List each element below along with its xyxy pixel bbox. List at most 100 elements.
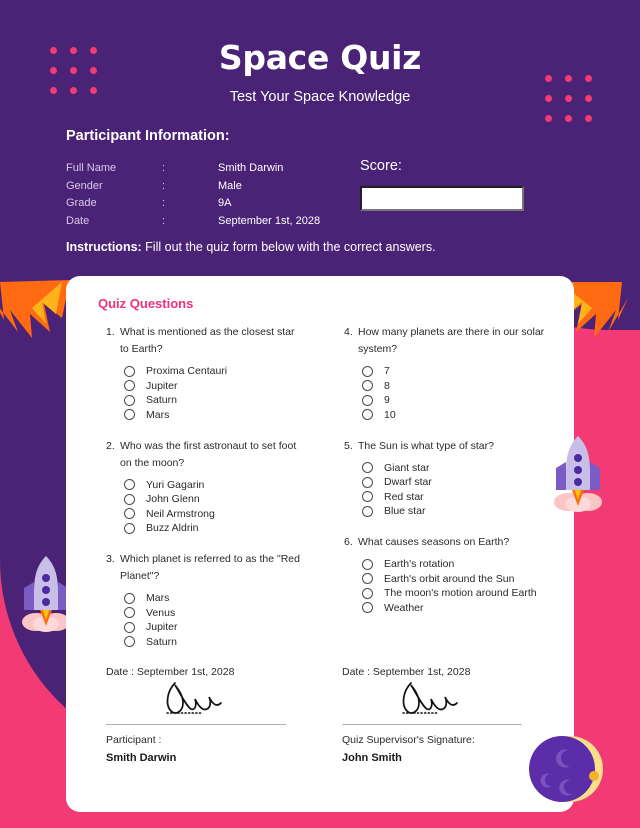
- signature-mark-icon: [342, 678, 522, 722]
- supervisor-signature-block: Date : September 1st, 2028 Quiz Supervis…: [342, 666, 522, 764]
- option-row[interactable]: Mars: [124, 409, 304, 421]
- option-row[interactable]: 7: [362, 365, 562, 377]
- option-row[interactable]: 8: [362, 380, 562, 392]
- option-label: Red star: [384, 490, 424, 503]
- option-label: Buzz Aldrin: [146, 522, 199, 534]
- option-row[interactable]: Jupiter: [124, 380, 304, 392]
- radio-icon[interactable]: [362, 573, 373, 584]
- radio-icon[interactable]: [362, 476, 373, 488]
- participant-label: Full Name: [66, 162, 117, 174]
- options-list: Mars Venus Jupiter Saturn: [106, 592, 304, 648]
- option-row[interactable]: Earth's orbit around the Sun: [362, 573, 562, 585]
- option-row[interactable]: Venus: [124, 607, 304, 619]
- radio-icon[interactable]: [124, 621, 135, 633]
- question-3: 3. Which planet is referred to as the "R…: [106, 551, 304, 648]
- participant-signature-block: Date : September 1st, 2028 Participant :…: [106, 666, 286, 764]
- radio-icon[interactable]: [362, 380, 373, 391]
- option-row[interactable]: Buzz Aldrin: [124, 522, 304, 534]
- radio-icon[interactable]: [362, 505, 373, 517]
- option-label: Dwarf star: [384, 476, 432, 488]
- option-row[interactable]: Mars: [124, 592, 304, 604]
- option-label: 9: [384, 394, 390, 406]
- option-row[interactable]: John Glenn: [124, 493, 304, 505]
- participant-value: 9A: [218, 197, 232, 209]
- participant-label: Gender: [66, 179, 103, 192]
- page-title: Space Quiz: [218, 38, 422, 77]
- participant-colon: :: [162, 197, 166, 209]
- option-row[interactable]: Proxima Centauri: [124, 365, 304, 377]
- radio-icon[interactable]: [362, 394, 373, 406]
- radio-icon[interactable]: [124, 592, 135, 604]
- option-label: Jupiter: [146, 379, 178, 392]
- participant-value: September 1st, 2028: [218, 214, 321, 227]
- option-label: 10: [384, 408, 396, 421]
- option-label: Mars: [146, 592, 170, 604]
- radio-icon[interactable]: [362, 462, 373, 473]
- option-row[interactable]: Saturn: [124, 636, 304, 648]
- option-row[interactable]: Blue star: [362, 505, 562, 517]
- participant-label: Date: [66, 214, 90, 227]
- radio-icon[interactable]: [362, 409, 373, 420]
- radio-icon[interactable]: [124, 522, 135, 534]
- option-label: Jupiter: [146, 621, 178, 633]
- page-header: Space Quiz Test Your Space Knowledge: [0, 38, 640, 105]
- rocket-icon: [550, 432, 606, 521]
- moon-icon: [528, 730, 606, 813]
- radio-icon[interactable]: [124, 508, 135, 519]
- radio-icon[interactable]: [124, 380, 135, 391]
- participant-row-full-name: Full Name : Smith Darwin: [66, 160, 366, 178]
- options-list: Proxima Centauri Jupiter Saturn Mars: [106, 365, 304, 421]
- signature-mark-icon: [106, 678, 286, 722]
- page-subtitle: Test Your Space Knowledge: [229, 89, 411, 105]
- participant-colon: :: [162, 214, 166, 227]
- radio-icon[interactable]: [124, 607, 135, 618]
- questions-column-right: 4. How many planets are there in our sol…: [320, 324, 574, 665]
- radio-icon[interactable]: [124, 479, 135, 490]
- radio-icon[interactable]: [124, 365, 135, 377]
- participant-information-title: Participant Information:: [66, 128, 230, 144]
- option-label: Giant star: [384, 461, 430, 474]
- question-text: Which planet is referred to as the "Red …: [120, 553, 300, 582]
- radio-icon[interactable]: [362, 365, 373, 377]
- participant-row-date: Date : September 1st, 2028: [66, 213, 366, 231]
- radio-icon[interactable]: [362, 602, 373, 613]
- option-label: 8: [384, 379, 390, 392]
- radio-icon[interactable]: [124, 636, 135, 647]
- option-row[interactable]: The moon's motion around Earth: [362, 587, 562, 599]
- radio-icon[interactable]: [124, 493, 135, 505]
- radio-icon[interactable]: [362, 491, 373, 502]
- option-row[interactable]: Red star: [362, 491, 562, 503]
- participant-colon: :: [162, 179, 166, 192]
- question-text: Who was the first astronaut to set foot …: [120, 439, 297, 469]
- question-2: 2. Who was the first astronaut to set fo…: [106, 438, 304, 535]
- option-label: Blue star: [384, 505, 426, 517]
- option-row[interactable]: Weather: [362, 602, 562, 614]
- instructions-lead: Instructions:: [66, 240, 142, 254]
- signature-name: Smith Darwin: [106, 752, 177, 764]
- question-number: 2.: [106, 439, 115, 452]
- radio-icon[interactable]: [362, 587, 373, 599]
- option-row[interactable]: Dwarf star: [362, 476, 562, 488]
- question-number: 3.: [106, 553, 115, 565]
- questions-column-left: 1. What is mentioned as the closest star…: [66, 324, 320, 665]
- quiz-page: Space Quiz Test Your Space Knowledge Par…: [0, 0, 640, 828]
- option-row[interactable]: 10: [362, 409, 562, 421]
- signature-role: Participant :: [106, 734, 162, 746]
- option-label: Weather: [384, 601, 424, 614]
- quiz-questions-title: Quiz Questions: [98, 296, 194, 311]
- option-row[interactable]: Yuri Gagarin: [124, 479, 304, 491]
- option-row[interactable]: 9: [362, 394, 562, 406]
- radio-icon[interactable]: [124, 394, 135, 406]
- question-4: 4. How many planets are there in our sol…: [344, 324, 562, 421]
- question-number: 1.: [106, 326, 115, 338]
- signature-name: John Smith: [342, 752, 402, 764]
- radio-icon[interactable]: [362, 558, 373, 570]
- question-5: 5. The Sun is what type of star? Giant s…: [344, 438, 562, 518]
- option-row[interactable]: Earth's rotation: [362, 558, 562, 570]
- score-input[interactable]: [360, 186, 524, 211]
- radio-icon[interactable]: [124, 409, 135, 420]
- option-row[interactable]: Saturn: [124, 394, 304, 406]
- option-row[interactable]: Jupiter: [124, 621, 304, 633]
- option-row[interactable]: Giant star: [362, 462, 562, 474]
- option-row[interactable]: Neil Armstrong: [124, 508, 304, 520]
